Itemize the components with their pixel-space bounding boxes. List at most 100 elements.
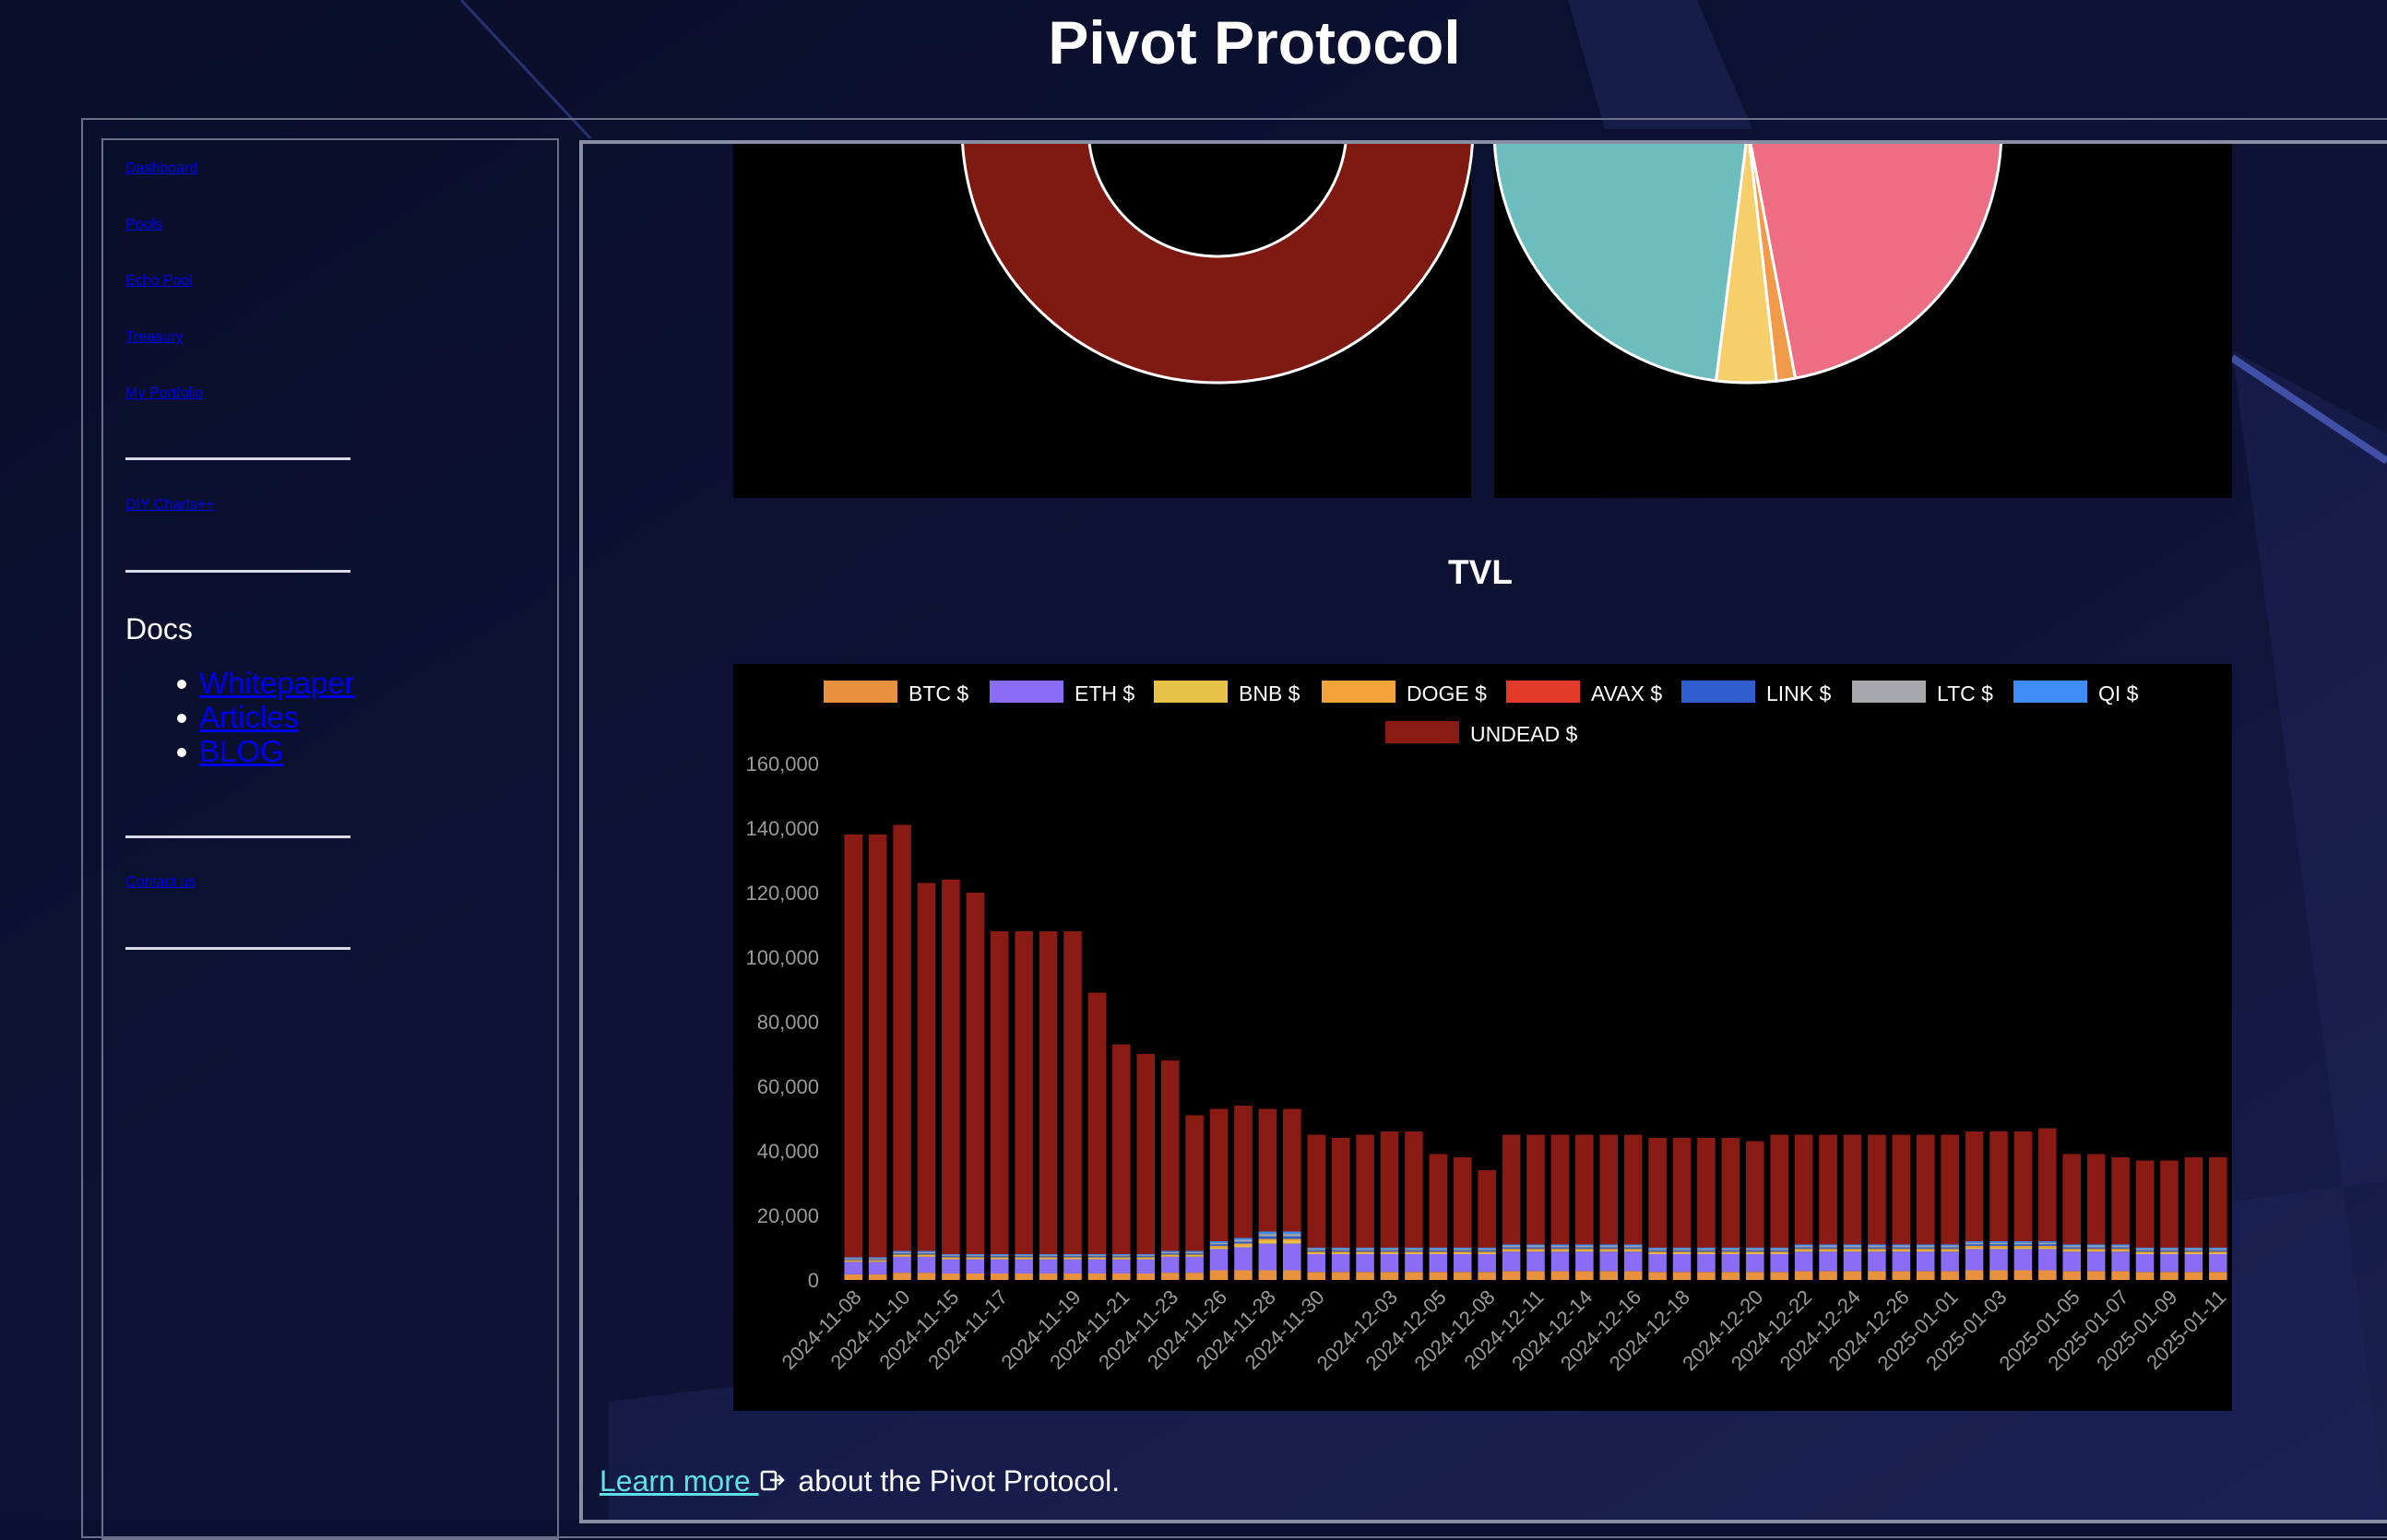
bar-btc — [2160, 1272, 2179, 1280]
legend-label: ETH $ — [1075, 681, 1134, 705]
bar-qi — [2062, 1244, 2082, 1247]
bar-undead — [1599, 1134, 1619, 1245]
bar-btc — [2111, 1271, 2130, 1280]
bar-bnb — [868, 1261, 887, 1262]
bar-eth — [1185, 1256, 1204, 1273]
bar-qi — [868, 1257, 887, 1259]
bar-qi — [2013, 1241, 2033, 1243]
bar-link — [942, 1256, 960, 1258]
bar-link — [1941, 1247, 1959, 1250]
bar-qi — [1794, 1244, 1813, 1247]
bar-bnb — [1868, 1250, 1886, 1252]
bar-bnb — [1965, 1247, 1984, 1250]
bar-bnb — [1721, 1252, 1740, 1254]
bar-eth — [1868, 1251, 1886, 1272]
bar-qi — [942, 1254, 960, 1256]
bar-qi — [1868, 1244, 1886, 1247]
bar-btc — [1623, 1271, 1643, 1280]
bar-undead — [1063, 931, 1082, 1254]
legend-swatch — [1852, 681, 1926, 703]
bar-ltc — [917, 1251, 936, 1254]
bar-btc — [1746, 1272, 1764, 1280]
bar-qi — [1160, 1250, 1180, 1252]
bar-doge — [1697, 1251, 1716, 1253]
bar-qi — [1770, 1248, 1788, 1250]
bar-bnb — [1283, 1241, 1301, 1244]
bar-eth — [966, 1259, 985, 1273]
bar-bnb — [966, 1258, 985, 1260]
bar-undead — [942, 880, 960, 1254]
legend-swatch — [2013, 681, 2087, 703]
bar-btc — [1721, 1272, 1740, 1280]
bar-ltc — [2013, 1242, 2033, 1245]
bar-doge — [1672, 1251, 1692, 1253]
bar-bnb — [2135, 1252, 2155, 1254]
bar-eth — [1063, 1259, 1082, 1273]
bar-link — [1160, 1253, 1180, 1255]
bar-link — [1868, 1247, 1886, 1250]
bar-doge — [2038, 1246, 2057, 1248]
bar-link — [2160, 1250, 2179, 1252]
external-link-icon[interactable] — [759, 1466, 785, 1492]
bar-doge — [942, 1257, 960, 1259]
bar-eth — [1599, 1251, 1619, 1272]
bar-link — [1965, 1244, 1984, 1247]
bar-qi — [1843, 1244, 1862, 1247]
bar-qi — [1746, 1248, 1764, 1250]
learn-more-link[interactable]: Learn more — [600, 1464, 759, 1498]
bar-ltc — [2135, 1249, 2155, 1250]
bar-eth — [1405, 1254, 1423, 1273]
bar-qi — [1575, 1244, 1594, 1247]
bar-eth — [2062, 1251, 2082, 1272]
bar-btc — [2062, 1271, 2082, 1280]
bar-qi — [1892, 1244, 1911, 1247]
bar-eth — [1209, 1249, 1229, 1271]
bar-bnb — [2062, 1250, 2082, 1252]
bar-bnb — [1380, 1252, 1399, 1254]
bar-doge — [1160, 1254, 1180, 1256]
bar-link — [917, 1253, 936, 1255]
bar-qi — [1063, 1254, 1082, 1256]
bar-link — [844, 1259, 862, 1261]
bar-bnb — [1331, 1252, 1350, 1254]
bar-bnb — [2209, 1252, 2227, 1254]
bar-bnb — [1819, 1250, 1837, 1252]
bar-eth — [1892, 1251, 1911, 1272]
bar-link — [1672, 1250, 1692, 1252]
bar-eth — [1697, 1254, 1716, 1273]
legend-label: UNDEAD $ — [1470, 722, 1578, 746]
bar-link — [1721, 1250, 1740, 1252]
bar-link — [1843, 1247, 1862, 1250]
bar-undead — [1526, 1134, 1545, 1245]
bar-eth — [2135, 1254, 2155, 1273]
bar-btc — [966, 1273, 985, 1280]
bar-doge — [2086, 1249, 2106, 1250]
bar-btc — [1063, 1273, 1082, 1280]
y-tick-label: 60,000 — [757, 1075, 819, 1098]
bar-qi — [1283, 1231, 1301, 1235]
bar-undead — [1794, 1134, 1813, 1245]
bar-ltc — [2160, 1249, 2179, 1250]
bar-bnb — [1087, 1258, 1107, 1260]
legend-label: AVAX $ — [1591, 681, 1662, 705]
bar-btc — [1429, 1272, 1448, 1280]
bar-ltc — [1843, 1246, 1862, 1248]
bar-link — [1453, 1250, 1472, 1252]
bar-bnb — [1892, 1250, 1911, 1252]
bar-ltc — [1746, 1249, 1764, 1250]
bar-ltc — [2038, 1242, 2057, 1245]
bar-ltc — [990, 1255, 1009, 1257]
bar-doge — [2184, 1251, 2203, 1253]
bar-btc — [1965, 1270, 1984, 1280]
bar-bnb — [917, 1255, 936, 1257]
bar-eth — [1916, 1251, 1935, 1272]
bar-eth — [990, 1259, 1009, 1273]
bar-eth — [2086, 1251, 2106, 1272]
bar-doge — [1063, 1257, 1082, 1259]
bar-ltc — [1015, 1255, 1033, 1257]
y-tick-label: 40,000 — [757, 1140, 819, 1163]
bar-bnb — [893, 1255, 911, 1257]
bar-eth — [1356, 1254, 1374, 1273]
bar-link — [966, 1256, 985, 1258]
bar-ltc — [1550, 1246, 1570, 1248]
